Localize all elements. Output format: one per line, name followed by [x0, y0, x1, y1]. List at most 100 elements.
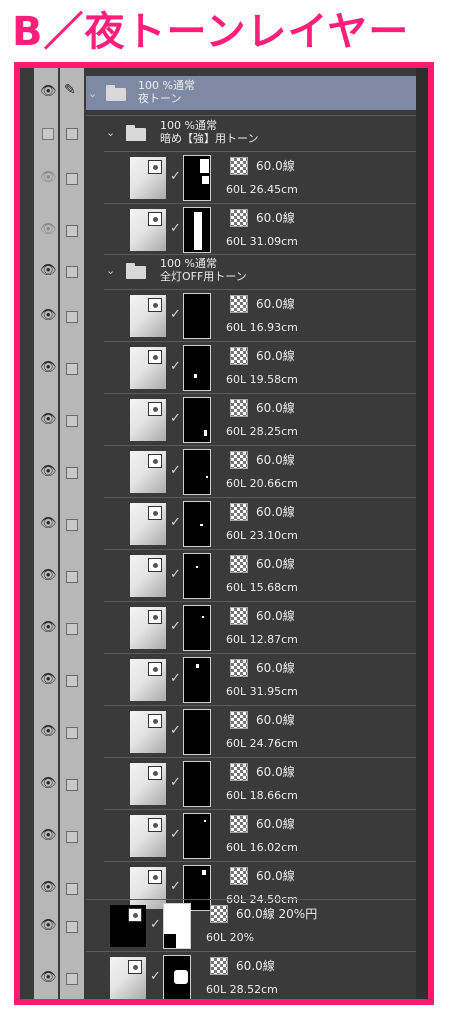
group-blend-label: 100 %通常 — [160, 119, 217, 132]
layer-row[interactable]: 👁 ✓ 60.0線 20%円 60L 20% — [20, 900, 428, 952]
lock-checkbox[interactable] — [66, 415, 78, 427]
tone-meta: 60L 24.76cm — [226, 737, 298, 750]
layer-mask-thumbnail — [183, 207, 211, 253]
tone-meta: 60L 28.52cm — [206, 983, 278, 996]
chevron-down-icon[interactable]: ⌄ — [106, 264, 115, 277]
lock-checkbox[interactable] — [66, 128, 78, 140]
chevron-down-icon[interactable]: ⌄ — [88, 87, 97, 100]
group-row-night-tone[interactable]: 👁 ✎ ⌄ 100 %通常 夜トーン — [20, 76, 428, 110]
lock-checkbox[interactable] — [66, 363, 78, 375]
layer-row[interactable]: 👁 ✓ 60.0線 60L 16.02cm — [20, 810, 428, 862]
layer-row[interactable]: 👁 ✓ 60.0線 60L 12.87cm — [20, 602, 428, 654]
layer-thumbnail — [110, 905, 146, 947]
eye-icon[interactable]: 👁 — [40, 881, 57, 895]
eye-icon[interactable]: 👁 — [40, 971, 57, 985]
chevron-down-icon[interactable]: ⌄ — [106, 126, 115, 139]
group-row-lights-off-tone[interactable]: 👁 ⌄ 100 %通常 全灯OFF用トーン — [20, 254, 428, 288]
layer-row[interactable]: 👁 ✓ 60.0線 60L 19.58cm — [20, 342, 428, 394]
layer-row[interactable]: 👁 ✓ 60.0線 60L 20.66cm — [20, 446, 428, 498]
lock-checkbox[interactable] — [66, 225, 78, 237]
group-name: 暗め【強】用トーン — [160, 132, 259, 145]
lock-checkbox[interactable] — [66, 266, 78, 278]
eye-icon[interactable]: 👁 — [40, 621, 57, 635]
layer-row[interactable]: 👁 ✓ 60.0線 60L 28.52cm — [20, 952, 428, 999]
tone-label: 60.0線 — [256, 765, 295, 779]
tone-meta: 60L 15.68cm — [226, 581, 298, 594]
checker-tone-icon — [230, 711, 248, 729]
layer-row[interactable]: 👁 ✓ 60.0線 60L 23.10cm — [20, 498, 428, 550]
lock-checkbox[interactable] — [66, 831, 78, 843]
lock-checkbox[interactable] — [66, 883, 78, 895]
eye-icon[interactable]: 👁 — [40, 361, 57, 375]
layer-row[interactable]: 👁 ✓ 60.0線 60L 16.93cm — [20, 290, 428, 342]
lock-checkbox[interactable] — [66, 467, 78, 479]
layer-panel: 👁 ✎ ⌄ 100 %通常 夜トーン ⌄ 100 %通常 暗め【強】用トーン 👁… — [14, 62, 434, 1005]
lock-checkbox[interactable] — [66, 675, 78, 687]
layer-row[interactable]: 👁 ✓ 60.0線 60L 24.76cm — [20, 706, 428, 758]
layer-thumbnail — [130, 209, 166, 251]
layer-row[interactable]: 👁 ✓ 60.0線 60L 28.25cm — [20, 394, 428, 446]
tone-meta: 60L 16.02cm — [226, 841, 298, 854]
eye-icon[interactable]: 👁 — [40, 85, 57, 99]
layer-thumbnail — [130, 347, 166, 389]
layer-thumbnail — [130, 451, 166, 493]
eye-icon[interactable]: 👁 — [40, 223, 57, 237]
layer-row[interactable]: 👁 ✓ 60.0線 60L 31.09cm — [20, 204, 428, 256]
tone-label: 60.0線 — [256, 869, 295, 883]
tone-label: 60.0線 — [256, 159, 295, 173]
checker-tone-icon — [230, 347, 248, 365]
lock-checkbox[interactable] — [66, 173, 78, 185]
lock-checkbox[interactable] — [66, 727, 78, 739]
checkmark-icon: ✓ — [170, 359, 181, 374]
lock-checkbox[interactable] — [66, 311, 78, 323]
tone-label: 60.0線 — [256, 609, 295, 623]
lock-checkbox[interactable] — [66, 921, 78, 933]
eye-icon[interactable]: 👁 — [40, 777, 57, 791]
tone-label: 60.0線 — [256, 557, 295, 571]
checker-tone-icon — [230, 503, 248, 521]
checker-tone-icon — [210, 905, 228, 923]
tone-label: 60.0線 — [256, 401, 295, 415]
tone-meta: 60L 31.09cm — [226, 235, 298, 248]
checker-tone-icon — [230, 815, 248, 833]
eye-icon[interactable]: 👁 — [40, 829, 57, 843]
layer-thumbnail — [130, 607, 166, 649]
eye-icon[interactable]: 👁 — [40, 673, 57, 687]
checkmark-icon: ✓ — [170, 671, 181, 686]
eye-icon[interactable]: 👁 — [40, 919, 57, 933]
eye-icon[interactable]: 👁 — [40, 171, 57, 185]
eye-icon[interactable]: 👁 — [40, 517, 57, 531]
eye-icon[interactable]: 👁 — [40, 309, 57, 323]
visibility-checkbox[interactable] — [42, 128, 54, 140]
layer-row[interactable]: 👁 ✓ 60.0線 60L 31.95cm — [20, 654, 428, 706]
eye-icon[interactable]: 👁 — [40, 413, 57, 427]
checkmark-icon: ✓ — [170, 169, 181, 184]
layer-thumbnail — [130, 157, 166, 199]
lock-checkbox[interactable] — [66, 779, 78, 791]
checker-tone-icon — [230, 451, 248, 469]
tone-label: 60.0線 — [256, 297, 295, 311]
tone-label: 60.0線 20%円 — [236, 907, 318, 921]
layer-mask-thumbnail — [183, 657, 211, 703]
eye-icon[interactable]: 👁 — [40, 569, 57, 583]
eye-icon[interactable]: 👁 — [40, 264, 57, 278]
layer-row[interactable]: 👁 ✓ 60.0線 60L 26.45cm — [20, 152, 428, 204]
selected-highlight — [86, 76, 416, 110]
tone-label: 60.0線 — [256, 817, 295, 831]
layer-mask-thumbnail — [183, 501, 211, 547]
checker-tone-icon — [230, 295, 248, 313]
layer-mask-thumbnail — [183, 761, 211, 807]
tone-label: 60.0線 — [256, 505, 295, 519]
eye-icon[interactable]: 👁 — [40, 465, 57, 479]
layer-row[interactable]: 👁 ✓ 60.0線 60L 18.66cm — [20, 758, 428, 810]
lock-checkbox[interactable] — [66, 571, 78, 583]
tone-label: 60.0線 — [256, 211, 295, 225]
lock-checkbox[interactable] — [66, 623, 78, 635]
layer-row[interactable]: 👁 ✓ 60.0線 60L 15.68cm — [20, 550, 428, 602]
lock-checkbox[interactable] — [66, 973, 78, 985]
lock-checkbox[interactable] — [66, 519, 78, 531]
group-row-dark-tone[interactable]: ⌄ 100 %通常 暗め【強】用トーン — [20, 116, 428, 150]
checker-tone-icon — [230, 209, 248, 227]
eye-icon[interactable]: 👁 — [40, 725, 57, 739]
checkmark-icon: ✓ — [170, 221, 181, 236]
